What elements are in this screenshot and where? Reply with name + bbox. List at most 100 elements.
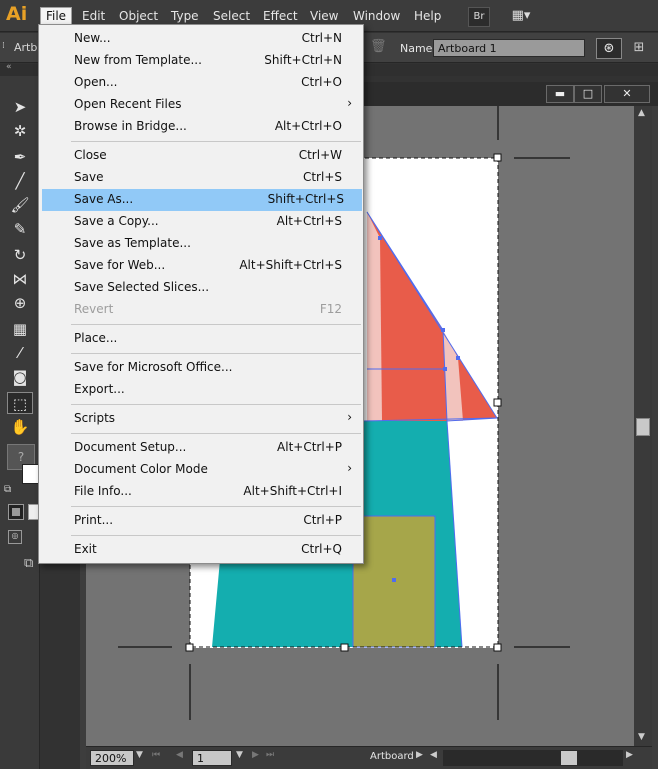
- blob-brush-icon[interactable]: ✎: [7, 218, 33, 240]
- close-icon[interactable]: ✕: [604, 85, 650, 103]
- menu-separator: [71, 433, 361, 434]
- draw-normal-icon[interactable]: ◎: [8, 530, 22, 544]
- last-artboard-icon[interactable]: ⏭: [266, 750, 274, 760]
- status-menu-icon[interactable]: ▶: [416, 750, 423, 760]
- menu-item-new[interactable]: New... Ctrl+N: [39, 28, 363, 50]
- anchor-point[interactable]: [378, 236, 382, 240]
- zoom-dropdown-icon[interactable]: ▼: [136, 750, 143, 760]
- menu-item-document-color-mode[interactable]: Document Color Mode ›: [39, 459, 363, 481]
- menu-item-place[interactable]: Place...: [39, 328, 363, 350]
- anchor-point[interactable]: [456, 356, 460, 360]
- menu-item-save-as-template[interactable]: Save as Template...: [39, 233, 363, 255]
- menu-separator: [71, 353, 361, 354]
- first-artboard-icon[interactable]: ⏮: [152, 750, 160, 760]
- scroll-down-icon[interactable]: ▼: [638, 732, 645, 742]
- delete-artboard-icon[interactable]: 🗑: [370, 39, 387, 54]
- menu-separator: [71, 535, 361, 536]
- menu-item-save-as[interactable]: Save As... Shift+Ctrl+S: [42, 189, 362, 211]
- artboard-handle[interactable]: [493, 153, 502, 162]
- menu-item-open[interactable]: Open... Ctrl+O: [39, 72, 363, 94]
- anchor-point[interactable]: [443, 367, 447, 371]
- menu-item-print[interactable]: Print... Ctrl+P: [39, 510, 363, 532]
- artboard-options-icon[interactable]: ⊛: [596, 38, 622, 59]
- menu-separator: [71, 404, 361, 405]
- artboard-handle[interactable]: [493, 398, 502, 407]
- menu-item-exit[interactable]: Exit Ctrl+Q: [39, 539, 363, 561]
- horizontal-scrollbar[interactable]: [443, 750, 623, 766]
- minimize-icon[interactable]: ▬: [546, 85, 574, 103]
- anchor-point[interactable]: [441, 328, 445, 332]
- menu-item-scripts[interactable]: Scripts ›: [39, 408, 363, 430]
- menu-view[interactable]: View: [310, 9, 338, 23]
- menu-item-save[interactable]: Save Ctrl+S: [39, 167, 363, 189]
- scroll-right-icon[interactable]: ▶: [626, 750, 633, 760]
- line-tool-icon[interactable]: ╱: [7, 170, 33, 192]
- status-bar: ▼ ⏮ ◀ ▼ ▶ ⏭ Artboard ▶ ◀ ▶: [86, 746, 652, 769]
- menu-item-document-setup[interactable]: Document Setup... Alt+Ctrl+P: [39, 437, 363, 459]
- shape-builder-icon[interactable]: ⊕: [7, 292, 33, 314]
- pink-stripe-shape[interactable]: [367, 212, 382, 421]
- arrange-documents-icon[interactable]: ▦▾: [506, 7, 536, 27]
- artboard-name-field[interactable]: [433, 39, 585, 57]
- hand-tool-icon[interactable]: ✋: [7, 416, 33, 438]
- menu-edit[interactable]: Edit: [82, 9, 105, 23]
- bridge-button[interactable]: Br: [468, 7, 490, 27]
- menu-item-save-for-web[interactable]: Save for Web... Alt+Shift+Ctrl+S: [39, 255, 363, 277]
- scroll-thumb[interactable]: [636, 418, 650, 436]
- menu-window[interactable]: Window: [353, 9, 400, 23]
- scroll-left-icon[interactable]: ◀: [430, 750, 437, 760]
- paintbrush-icon[interactable]: 🖌: [7, 194, 33, 216]
- submenu-arrow-icon: ›: [347, 461, 352, 475]
- rotate-tool-icon[interactable]: ↻: [7, 244, 33, 266]
- width-tool-icon[interactable]: ⋈: [7, 268, 33, 290]
- selection-tool-icon[interactable]: ➤: [7, 96, 33, 118]
- screen-mode-icon[interactable]: ⧉: [24, 556, 33, 571]
- menu-type[interactable]: Type: [171, 9, 199, 23]
- grip-icon: ⁞: [2, 41, 5, 51]
- artboard-tool-icon[interactable]: ⬚: [7, 392, 33, 414]
- name-label: Name:: [400, 42, 437, 55]
- vertical-scrollbar[interactable]: ▲ ▼: [634, 106, 652, 746]
- eyedropper-icon[interactable]: ⁄: [7, 342, 33, 364]
- menu-separator: [71, 506, 361, 507]
- menu-item-browse-in-bridge[interactable]: Browse in Bridge... Alt+Ctrl+O: [39, 116, 363, 138]
- menu-item-open-recent-files[interactable]: Open Recent Files ›: [39, 94, 363, 116]
- menu-object[interactable]: Object: [119, 9, 158, 23]
- symbol-sprayer-icon[interactable]: ◙: [7, 366, 33, 388]
- previous-artboard-icon[interactable]: ◀: [176, 750, 183, 760]
- tools-panel: ➤ ✲ ✒ ╱ 🖌 ✎ ↻ ⋈ ⊕ ▦ ⁄ ◙ ⬚ ✋ ? ⧉ ◎ ⧉: [0, 76, 40, 769]
- next-artboard-icon[interactable]: ▶: [252, 750, 259, 760]
- zoom-field[interactable]: [90, 750, 134, 766]
- pen-tool-icon[interactable]: ✒: [7, 146, 33, 168]
- menu-select[interactable]: Select: [213, 9, 250, 23]
- menu-effect[interactable]: Effect: [263, 9, 298, 23]
- menu-item-save-for-microsoft-office[interactable]: Save for Microsoft Office...: [39, 357, 363, 379]
- mesh-tool-icon[interactable]: ▦: [7, 318, 33, 340]
- artboard-handle[interactable]: [493, 643, 502, 652]
- default-colors-icon[interactable]: ⧉: [4, 484, 11, 495]
- scroll-up-icon[interactable]: ▲: [638, 108, 645, 118]
- artboard-handle[interactable]: [340, 643, 349, 652]
- menu-separator: [71, 141, 361, 142]
- submenu-arrow-icon: ›: [347, 96, 352, 110]
- submenu-arrow-icon: ›: [347, 410, 352, 424]
- illustrator-logo: Ai: [6, 3, 28, 25]
- menu-item-export[interactable]: Export...: [39, 379, 363, 401]
- menu-item-new-from-template[interactable]: New from Template... Shift+Ctrl+N: [39, 50, 363, 72]
- artboard-dropdown-icon[interactable]: ▼: [236, 750, 243, 760]
- maximize-icon[interactable]: □: [574, 85, 602, 103]
- magic-wand-icon[interactable]: ✲: [7, 120, 33, 142]
- collapse-panels-icon[interactable]: «: [6, 62, 12, 72]
- rearrange-icon[interactable]: ⊞: [630, 40, 648, 57]
- menu-separator: [71, 324, 361, 325]
- artboard-handle[interactable]: [185, 643, 194, 652]
- color-mode-icon[interactable]: [8, 504, 24, 520]
- menu-item-close[interactable]: Close Ctrl+W: [39, 145, 363, 167]
- menu-item-file-info[interactable]: File Info... Alt+Shift+Ctrl+I: [39, 481, 363, 503]
- menu-help[interactable]: Help: [414, 9, 441, 23]
- horizontal-scroll-thumb[interactable]: [561, 751, 577, 765]
- menu-item-revert: Revert F12: [74, 302, 342, 316]
- menu-item-save-selected-slices[interactable]: Save Selected Slices...: [39, 277, 363, 299]
- menu-item-save-a-copy[interactable]: Save a Copy... Alt+Ctrl+S: [39, 211, 363, 233]
- artboard-number-field[interactable]: [192, 750, 232, 766]
